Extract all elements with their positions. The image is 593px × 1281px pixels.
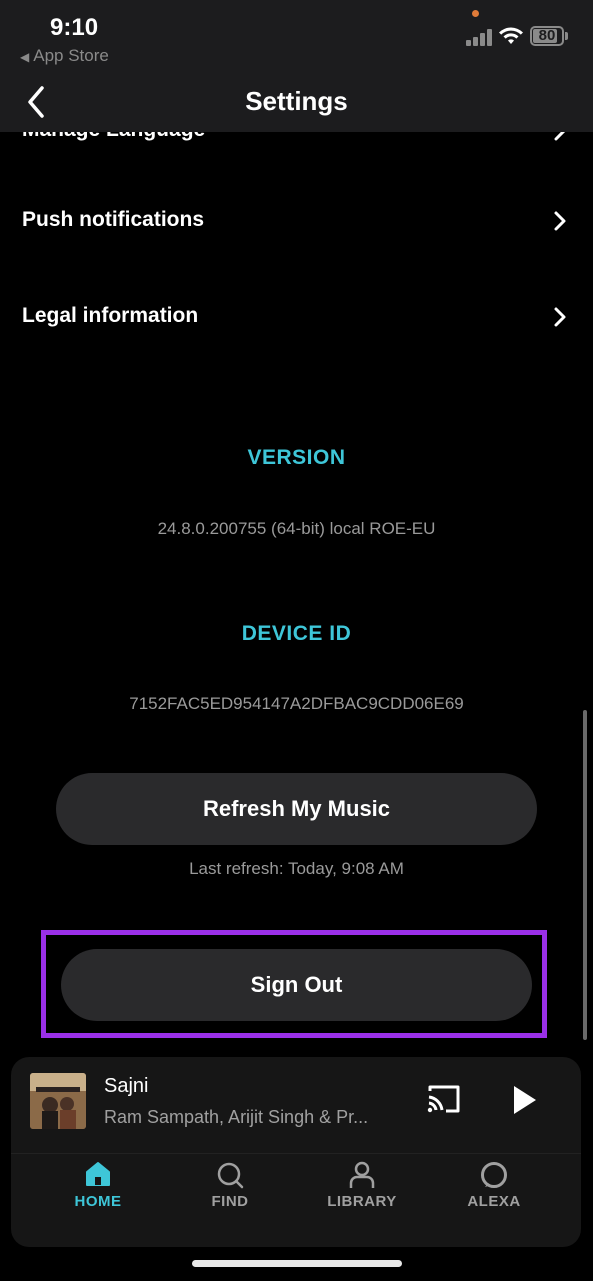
tab-find[interactable]: FIND [170, 1153, 290, 1223]
battery-tip [565, 32, 568, 40]
battery-icon: 80 [530, 26, 564, 46]
bottom-tab-bar: HOME FIND LIBRARY ALEXA [11, 1153, 581, 1243]
privacy-indicator-dot [472, 10, 479, 17]
settings-item-label: Push notifications [22, 208, 205, 231]
settings-item-label: Manage Language [22, 132, 205, 142]
device-id-heading: DEVICE ID [241, 622, 352, 645]
nav-header: Settings [0, 80, 593, 132]
chevron-right-icon [554, 211, 566, 231]
back-triangle-icon: ◀ [20, 50, 30, 64]
tab-label: ALEXA [467, 1193, 521, 1210]
back-to-app-link[interactable]: ◀ App Store [20, 46, 109, 66]
scrollbar[interactable] [583, 710, 587, 1040]
now-playing-title: Sajni [104, 1075, 149, 1097]
device-id-value: 7152FAC5ED954147A2DFBAC9CDD06E69 [129, 694, 464, 713]
home-icon [86, 1162, 110, 1186]
tab-alexa[interactable]: ALEXA [434, 1153, 554, 1223]
status-time: 9:10 [50, 14, 99, 41]
version-value: 24.8.0.200755 (64-bit) local ROE-EU [157, 519, 436, 538]
settings-item-manage-language[interactable]: Manage Language [0, 132, 593, 162]
battery-percent: 80 [538, 27, 556, 44]
back-to-app-label: App Store [33, 46, 109, 65]
chevron-right-icon [554, 132, 566, 141]
settings-item-legal-information[interactable]: Legal information [0, 288, 593, 348]
version-heading: VERSION [247, 446, 346, 469]
chevron-right-icon [554, 307, 566, 327]
cast-icon[interactable] [426, 1083, 462, 1115]
now-playing-artist: Ram Sampath, Arijit Singh & Pr... [104, 1107, 369, 1127]
refresh-my-music-button[interactable]: Refresh My Music [56, 773, 537, 845]
tab-label: FIND [211, 1193, 249, 1210]
last-refresh-text: Last refresh: Today, 9:08 AM [189, 859, 404, 878]
tab-label: LIBRARY [327, 1193, 397, 1210]
tab-label: HOME [74, 1193, 122, 1210]
tab-home[interactable]: HOME [38, 1153, 158, 1223]
tab-library[interactable]: LIBRARY [302, 1153, 422, 1223]
highlight-box [41, 930, 547, 1038]
alexa-icon [481, 1162, 507, 1188]
album-art-image [30, 1073, 86, 1129]
wifi-icon [499, 27, 523, 44]
play-icon[interactable] [508, 1083, 540, 1117]
mini-player[interactable]: Sajni Ram Sampath, Arijit Singh & Pr... [11, 1057, 581, 1145]
home-indicator[interactable] [192, 1260, 402, 1267]
status-bar: 9:10 ◀ App Store 80 [0, 0, 593, 80]
settings-content[interactable]: Manage Language Push notifications Legal… [0, 132, 593, 1057]
page-title: Settings [245, 86, 348, 116]
app-screen: 9:10 ◀App Store 80 Settings Ma [0, 0, 593, 1281]
person-icon [349, 1161, 375, 1188]
search-icon [217, 1162, 244, 1189]
cellular-signal-icon [466, 28, 494, 46]
settings-item-label: Legal information [22, 304, 199, 327]
settings-item-push-notifications[interactable]: Push notifications [0, 192, 593, 252]
bottom-panel: Sajni Ram Sampath, Arijit Singh & Pr... … [11, 1057, 581, 1247]
